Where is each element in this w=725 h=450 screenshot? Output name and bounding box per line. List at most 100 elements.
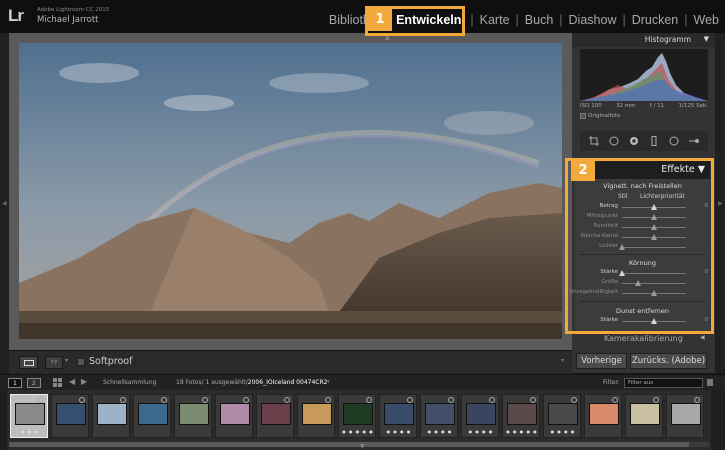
- filmstrip-thumbnail[interactable]: [51, 394, 89, 438]
- graduated-filter-icon[interactable]: [649, 136, 659, 146]
- histogram-title: Histogramm: [644, 35, 691, 44]
- filmstrip-left-edge[interactable]: [0, 390, 7, 450]
- grain-slider-row[interactable]: Unregelmäßigkeit: [569, 289, 710, 297]
- camera-calibration-header[interactable]: Kamerakalibrierung: [604, 334, 683, 343]
- vignette-title: Vignett. nach Freistellen: [603, 182, 682, 190]
- loupe-view-button[interactable]: [19, 356, 38, 369]
- histogram-collapse-icon[interactable]: ▼: [704, 35, 709, 43]
- grain-slider-thumb[interactable]: [635, 280, 641, 286]
- filmstrip-thumbnail[interactable]: [256, 394, 294, 438]
- filmstrip-thumbnail[interactable]: [584, 394, 622, 438]
- primary-screen-button[interactable]: 1: [8, 378, 22, 388]
- before-after-dropdown-icon[interactable]: ▾: [65, 357, 68, 364]
- edited-badge-icon: [653, 397, 659, 403]
- grain-slider-row[interactable]: Stärke 0: [575, 269, 710, 277]
- app-version: Adobe Lightroom CC 2015: [37, 7, 110, 13]
- spot-removal-icon[interactable]: [609, 136, 619, 146]
- dehaze-slider-value[interactable]: 0: [705, 317, 709, 323]
- filmstrip-thumbnail[interactable]: [666, 394, 704, 438]
- reset-button[interactable]: Zurücks. (Adobe): [630, 353, 707, 369]
- grain-slider-thumb[interactable]: [619, 270, 625, 276]
- red-eye-icon[interactable]: [629, 136, 639, 146]
- grain-slider-track[interactable]: [622, 273, 686, 274]
- filter-select[interactable]: Filter aus: [624, 378, 703, 388]
- softproof-checkbox[interactable]: [77, 358, 85, 366]
- filmstrip-thumbnail[interactable]: ● ● ● ●: [420, 394, 458, 438]
- filmstrip-thumbnail[interactable]: ● ● ● ●: [543, 394, 581, 438]
- module-book[interactable]: Buch: [519, 13, 560, 27]
- edited-badge-icon: [284, 397, 290, 403]
- source-collection[interactable]: Schnellsammlung: [103, 379, 156, 386]
- grain-slider-value[interactable]: 0: [705, 269, 709, 275]
- vignette-slider-thumb[interactable]: [651, 204, 657, 210]
- grid-view-icon[interactable]: [53, 378, 62, 387]
- filmstrip-thumbnail[interactable]: [215, 394, 253, 438]
- vignette-slider-label: Weiche Kante: [580, 233, 618, 239]
- thumbnail-image: [15, 403, 45, 425]
- histogram-header[interactable]: Histogramm: [572, 33, 715, 47]
- vignette-style-value[interactable]: Lichterpriorität: [640, 193, 685, 200]
- module-print[interactable]: Drucken: [626, 13, 685, 27]
- collapse-filmstrip-icon[interactable]: ▼: [360, 443, 365, 450]
- vignette-slider-thumb[interactable]: [651, 234, 657, 240]
- filmstrip-right-edge[interactable]: [711, 390, 725, 450]
- module-web[interactable]: Web: [688, 13, 725, 27]
- filmstrip-thumbnail[interactable]: ● ● ●: [10, 394, 48, 438]
- original-photo-toggle[interactable]: Originalfoto: [580, 113, 620, 119]
- crop-tool-icon[interactable]: [589, 136, 599, 146]
- thumbnail-image: [56, 403, 86, 425]
- module-slideshow[interactable]: Diashow: [563, 13, 623, 27]
- filmstrip-thumbnail[interactable]: [174, 394, 212, 438]
- filmstrip-thumbnail[interactable]: [92, 394, 130, 438]
- dehaze-slider-thumb[interactable]: [651, 318, 657, 324]
- effects-title: Effekte: [661, 164, 695, 175]
- forward-arrow-icon[interactable]: ▶: [81, 377, 87, 386]
- histogram-graph[interactable]: [580, 49, 708, 101]
- photo-preview[interactable]: [19, 43, 562, 339]
- calibration-expand-icon[interactable]: ◀: [700, 334, 705, 341]
- file-dropdown-icon[interactable]: ▾: [327, 379, 330, 385]
- adjustment-brush-icon[interactable]: [689, 136, 699, 146]
- vignette-slider-row[interactable]: Lichter: [575, 243, 710, 251]
- vignette-slider-thumb[interactable]: [651, 224, 657, 230]
- previous-button[interactable]: Vorherige: [576, 353, 627, 369]
- grain-slider-thumb[interactable]: [651, 290, 657, 296]
- collapse-right-panel-icon[interactable]: ▶: [718, 200, 723, 207]
- before-after-button[interactable]: YY: [45, 356, 63, 369]
- edited-badge-icon: [612, 397, 618, 403]
- filmstrip-thumbnail[interactable]: [297, 394, 335, 438]
- edited-badge-icon: [694, 397, 700, 403]
- expand-left-panel-icon[interactable]: ◀: [2, 200, 7, 207]
- vignette-slider-value[interactable]: 0: [705, 203, 709, 209]
- filter-lock-icon[interactable]: [707, 379, 713, 386]
- grain-slider-track[interactable]: [622, 283, 686, 284]
- filmstrip-thumbnail[interactable]: ● ● ● ●: [461, 394, 499, 438]
- original-photo-checkbox[interactable]: [580, 113, 586, 119]
- vignette-slider-thumb[interactable]: [651, 214, 657, 220]
- toolbar-content-menu-icon[interactable]: ▾: [561, 357, 564, 364]
- radial-filter-icon[interactable]: [669, 136, 679, 146]
- filmstrip-thumbnail[interactable]: ● ● ● ● ●: [338, 394, 376, 438]
- filmstrip-thumbnail[interactable]: [133, 394, 171, 438]
- filmstrip-thumbnail[interactable]: [625, 394, 663, 438]
- edited-badge-icon: [366, 397, 372, 403]
- filmstrip-thumbnail[interactable]: ● ● ● ● ●: [502, 394, 540, 438]
- filmstrip-scrollbar[interactable]: [9, 442, 709, 447]
- filmstrip-scroll-thumb[interactable]: [9, 442, 689, 447]
- vignette-slider-row[interactable]: Mittelpunkt: [575, 213, 710, 221]
- secondary-screen-button[interactable]: 2: [27, 378, 41, 388]
- filmstrip-thumbnail[interactable]: ● ● ● ●: [379, 394, 417, 438]
- effects-header[interactable]: Effekte ▼: [595, 161, 710, 179]
- vignette-slider-row[interactable]: Weiche Kante: [575, 233, 710, 241]
- grain-slider-label: Unregelmäßigkeit: [569, 289, 618, 295]
- edited-badge-icon: [489, 397, 495, 403]
- back-arrow-icon[interactable]: ◀: [69, 377, 75, 386]
- vignette-slider-row[interactable]: Betrag 0: [575, 203, 710, 211]
- vignette-slider-track[interactable]: [622, 247, 686, 248]
- grain-slider-row[interactable]: Größe: [575, 279, 710, 287]
- module-map[interactable]: Karte: [474, 13, 516, 27]
- vignette-slider-thumb[interactable]: [619, 244, 625, 250]
- vignette-slider-row[interactable]: Rundheit: [575, 223, 710, 231]
- dehaze-slider-row[interactable]: Stärke 0: [575, 317, 710, 325]
- dehaze-slider-label: Stärke: [600, 317, 618, 323]
